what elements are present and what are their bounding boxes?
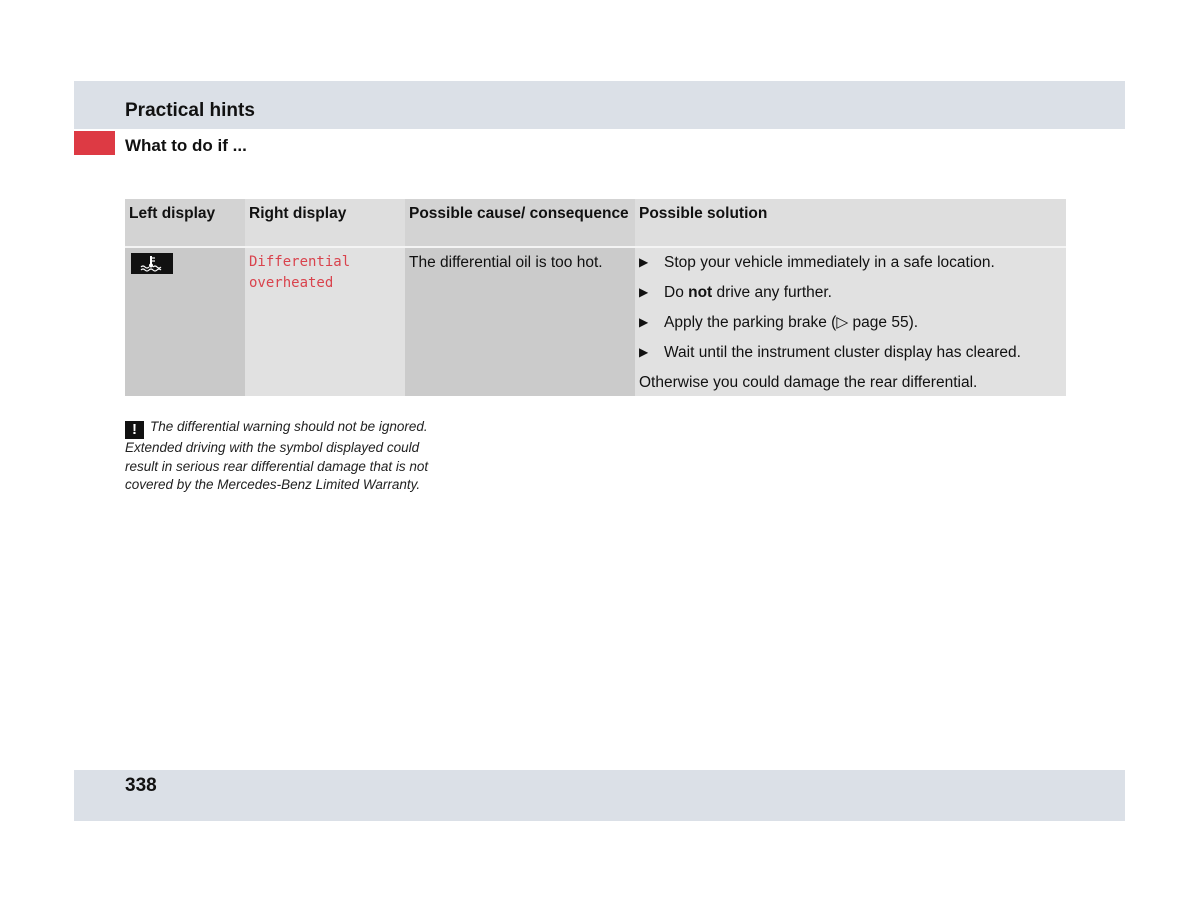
differential-temperature-icon bbox=[131, 253, 173, 274]
column-header-cause: Possible cause/ consequence bbox=[405, 199, 635, 248]
bullet-arrow-icon: ▶ bbox=[639, 285, 649, 299]
bullet-arrow-icon: ▶ bbox=[639, 345, 649, 359]
solution-step: ▶ Do not drive any further. bbox=[639, 282, 1062, 303]
solution-step: ▶ Apply the parking brake (▷ page 55). bbox=[639, 312, 1062, 333]
troubleshooting-table: Left display Right display Possible caus… bbox=[125, 199, 1066, 396]
section-marker bbox=[74, 131, 115, 155]
column-header-solution: Possible solution bbox=[635, 199, 1066, 248]
warning-note: ! The differential warning should not be … bbox=[125, 418, 435, 495]
sub-title: What to do if ... bbox=[125, 136, 247, 155]
page-number: 338 bbox=[125, 775, 157, 796]
right-display-message: Differential overheated bbox=[249, 254, 351, 291]
section-title: Practical hints bbox=[125, 100, 255, 121]
right-display-cell: Differential overheated bbox=[245, 248, 405, 396]
column-header-left-display: Left display bbox=[125, 199, 245, 248]
bullet-arrow-icon: ▶ bbox=[639, 315, 649, 329]
solution-step-text: Stop your vehicle immediately in a safe … bbox=[664, 254, 995, 271]
solution-step: ▶ Stop your vehicle immediately in a saf… bbox=[639, 252, 1062, 273]
solution-step-text: Apply the parking brake (▷ page 55). bbox=[664, 314, 919, 331]
left-display-cell bbox=[125, 248, 245, 396]
warning-note-text: The differential warning should not be i… bbox=[125, 419, 429, 492]
solution-step-text: Wait until the instrument cluster displa… bbox=[664, 344, 1021, 361]
solution-step-text: Do not drive any further. bbox=[664, 284, 832, 301]
emphasis: not bbox=[688, 284, 713, 301]
solution-cell: ▶ Stop your vehicle immediately in a saf… bbox=[635, 248, 1066, 396]
column-header-right-display: Right display bbox=[245, 199, 405, 248]
solution-step: ▶ Wait until the instrument cluster disp… bbox=[639, 342, 1062, 363]
warning-icon: ! bbox=[125, 421, 144, 439]
table-header-row: Left display Right display Possible caus… bbox=[125, 199, 1066, 248]
cause-cell: The differential oil is too hot. bbox=[405, 248, 635, 396]
bullet-arrow-icon: ▶ bbox=[639, 255, 649, 269]
table-row: Differential overheated The differential… bbox=[125, 248, 1066, 396]
footer-band bbox=[74, 770, 1125, 821]
solution-note: Otherwise you could damage the rear diff… bbox=[639, 374, 978, 391]
